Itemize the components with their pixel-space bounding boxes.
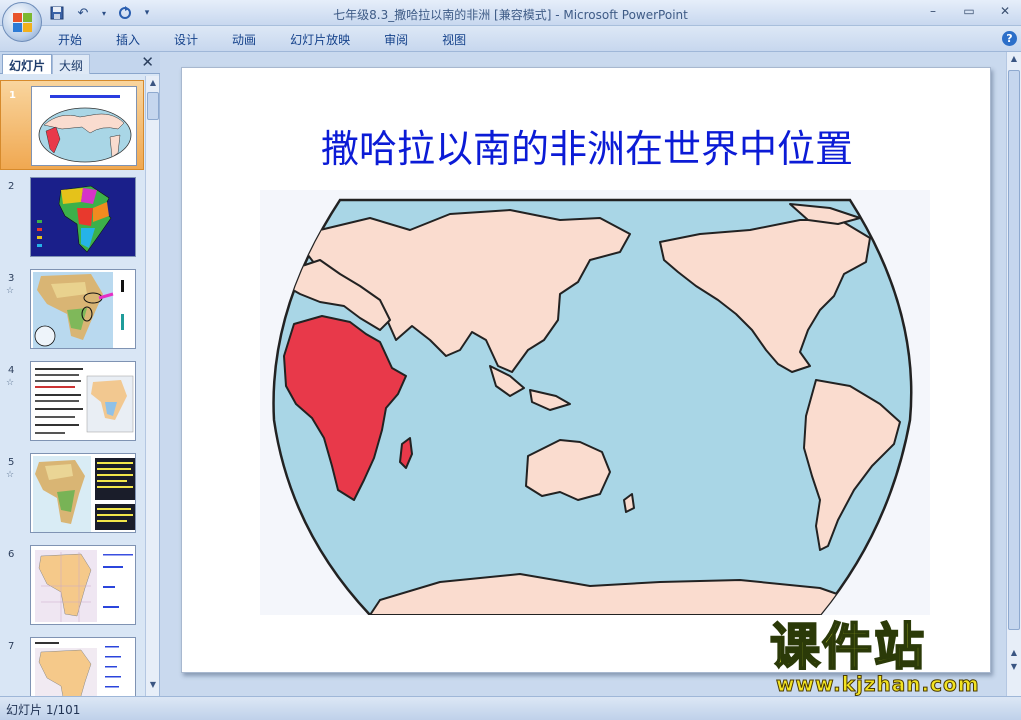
tab-review[interactable]: 审阅	[384, 31, 422, 48]
slide-preview	[30, 269, 136, 349]
tab-slideshow[interactable]: 幻灯片放映	[290, 31, 364, 48]
slide-title[interactable]: 撒哈拉以南的非洲在世界中位置	[182, 118, 992, 173]
tab-outline[interactable]: 大纲	[52, 54, 91, 74]
current-slide[interactable]: 撒哈拉以南的非洲在世界中位置	[181, 67, 991, 673]
tab-insert[interactable]: 插入	[116, 31, 154, 48]
scroll-up-icon[interactable]: ▲	[147, 78, 159, 90]
slide-thumbnail-3[interactable]: 3 ☆	[0, 264, 144, 354]
slide-thumbnail-7[interactable]: 7	[0, 632, 144, 696]
slide-thumbnail-1[interactable]: 1	[0, 80, 144, 170]
slide-number: 5	[8, 457, 15, 468]
slide-number: 1	[9, 90, 16, 101]
animation-star-icon: ☆	[6, 286, 15, 296]
site-watermark: 课件站 www.kjzhan.com	[769, 618, 1005, 697]
slide-thumbnail-6[interactable]: 6	[0, 540, 144, 630]
animation-star-icon: ☆	[6, 470, 15, 480]
watermark-logo: 课件站	[769, 618, 926, 676]
slide-preview	[30, 545, 136, 625]
slide-preview	[30, 361, 136, 441]
slide-number: 4	[8, 365, 15, 376]
tab-animations[interactable]: 动画	[232, 31, 270, 48]
office-logo-icon	[13, 13, 33, 33]
slide-preview	[30, 637, 136, 696]
scroll-thumb[interactable]	[147, 92, 159, 120]
window-controls: – ▭ ✕	[923, 2, 1015, 20]
slide-thumbnail-5[interactable]: 5 ☆	[0, 448, 144, 538]
thumbnail-list: 1 2 3 ☆ 4 ☆ 5 ☆ 6 7	[0, 76, 144, 696]
slide-thumbnail-2[interactable]: 2	[0, 172, 144, 262]
world-map-image	[272, 198, 913, 615]
slide-preview	[30, 177, 136, 257]
next-slide-icon[interactable]: ▼	[1008, 662, 1020, 674]
previous-slide-icon[interactable]: ▲	[1008, 648, 1020, 660]
editor-scrollbar[interactable]: ▲ ▲ ▼	[1006, 52, 1021, 696]
slide-number: 7	[8, 641, 15, 652]
world-map	[260, 190, 930, 615]
tab-slides[interactable]: 幻灯片	[2, 54, 53, 74]
slide-counter: 幻灯片 1/101	[6, 703, 81, 717]
animation-star-icon: ☆	[6, 378, 15, 388]
tab-view[interactable]: 视图	[442, 31, 480, 48]
close-button[interactable]: ✕	[995, 2, 1015, 20]
tab-home[interactable]: 开始	[58, 31, 96, 48]
scroll-down-icon[interactable]: ▼	[147, 680, 159, 692]
scroll-thumb[interactable]	[1008, 70, 1020, 630]
ribbon: 开始 插入 设计 动画 幻灯片放映 审阅 视图 ?	[0, 26, 1021, 52]
office-button[interactable]	[2, 2, 42, 42]
restore-button[interactable]: ▭	[959, 2, 979, 20]
slide-editor: 撒哈拉以南的非洲在世界中位置	[161, 52, 1006, 696]
slide-preview	[31, 86, 137, 166]
ribbon-tabs: 开始 插入 设计 动画 幻灯片放映 审阅 视图	[58, 31, 500, 48]
slide-thumbnail-4[interactable]: 4 ☆	[0, 356, 144, 446]
pane-tabs: 幻灯片 大纲 ✕	[0, 52, 160, 74]
window-title: 七年级8.3_撒哈拉以南的非洲 [兼容模式] - Microsoft Power…	[333, 8, 688, 22]
tab-design[interactable]: 设计	[174, 31, 212, 48]
slide-preview	[30, 453, 136, 533]
scroll-up-icon[interactable]: ▲	[1008, 54, 1020, 66]
minimize-button[interactable]: –	[923, 2, 943, 20]
slide-number: 3	[8, 273, 15, 284]
watermark-url: www.kjzhan.com	[776, 672, 980, 697]
help-icon[interactable]: ?	[1002, 31, 1017, 46]
slide-pane-scrollbar[interactable]: ▲ ▼	[145, 76, 159, 696]
title-bar: ↶ ▾ ▾ 七年级8.3_撒哈拉以南的非洲 [兼容模式] - Microsoft…	[0, 0, 1021, 26]
slide-pane: 幻灯片 大纲 ✕ 1 2 3 ☆ 4 ☆ 5 ☆ 6 7 ▲ ▼	[0, 52, 160, 696]
close-icon[interactable]: ✕	[141, 53, 154, 71]
slide-number: 2	[8, 181, 15, 192]
slide-number: 6	[8, 549, 15, 560]
status-bar: 幻灯片 1/101	[0, 696, 1021, 720]
